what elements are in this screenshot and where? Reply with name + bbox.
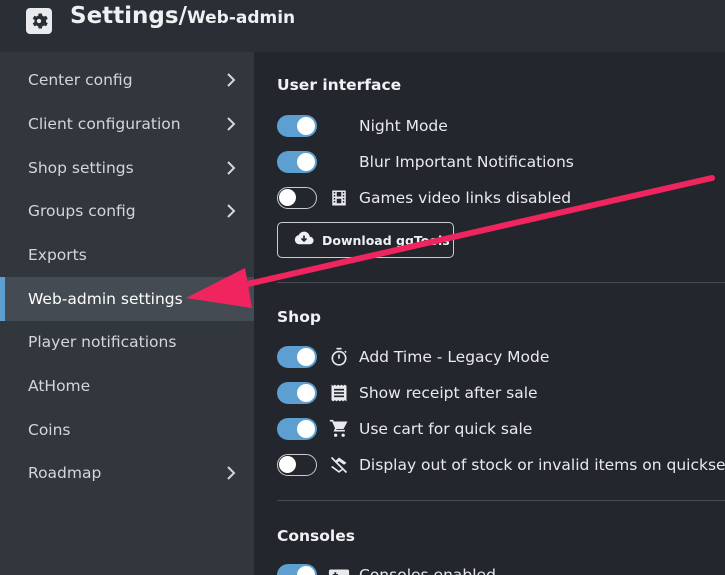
section-divider	[277, 282, 725, 283]
show-receipt-toggle[interactable]	[277, 382, 317, 404]
layers-off-icon	[328, 454, 350, 476]
gear-icon	[26, 8, 52, 34]
setting-row-display-out-of-stock: Display out of stock or invalid items on…	[277, 452, 725, 478]
stopwatch-icon	[328, 346, 350, 368]
cloud-download-icon	[294, 230, 314, 250]
section-title-user-interface: User interface	[277, 76, 402, 94]
sidebar-item-label: Groups config	[28, 202, 136, 220]
sidebar-item-label: Web-admin settings	[28, 290, 183, 308]
setting-row-add-time-legacy: Add Time - Legacy Mode	[277, 344, 549, 370]
sidebar-item-shop-settings[interactable]: Shop settings	[0, 146, 254, 190]
chevron-right-icon	[227, 117, 236, 131]
setting-row-consoles-enabled: Consoles enabled	[277, 562, 496, 575]
setting-label: Night Mode	[359, 117, 448, 135]
sidebar: Center config Client configuration Shop …	[0, 52, 254, 575]
setting-label: Display out of stock or invalid items on…	[359, 456, 725, 474]
setting-label: Add Time - Legacy Mode	[359, 348, 550, 366]
sidebar-item-label: Coins	[28, 421, 71, 439]
setting-label: Show receipt after sale	[359, 384, 538, 402]
page-title-sub: Web-admin	[186, 8, 296, 28]
sidebar-item-client-configuration[interactable]: Client configuration	[0, 102, 254, 146]
sidebar-item-label: Client configuration	[28, 115, 181, 133]
section-title-consoles: Consoles	[277, 527, 355, 545]
download-ggtools-button[interactable]: Download ggTools	[277, 222, 454, 258]
cart-icon	[328, 418, 350, 440]
night-mode-toggle[interactable]	[277, 115, 317, 137]
settings-panel: User interface Night Mode Blur Important…	[254, 52, 725, 575]
setting-label: Blur Important Notifications	[359, 153, 574, 171]
chevron-right-icon	[227, 204, 236, 218]
setting-row-show-receipt: Show receipt after sale	[277, 380, 538, 406]
sidebar-item-coins[interactable]: Coins	[0, 408, 254, 452]
setting-row-blur-notifications: Blur Important Notifications	[277, 149, 574, 175]
sidebar-item-label: Roadmap	[28, 464, 102, 482]
blur-notifications-toggle[interactable]	[277, 151, 317, 173]
consoles-enabled-toggle[interactable]	[277, 564, 317, 575]
sidebar-item-label: Shop settings	[28, 159, 134, 177]
setting-row-night-mode: Night Mode	[277, 113, 448, 139]
sidebar-item-web-admin-settings[interactable]: Web-admin settings	[0, 277, 254, 321]
film-icon	[328, 187, 350, 209]
setting-row-games-video-links: Games video links disabled	[277, 185, 571, 211]
download-ggtools-label: Download ggTools	[322, 232, 450, 248]
sidebar-item-player-notifications[interactable]: Player notifications	[0, 320, 254, 364]
add-time-legacy-toggle[interactable]	[277, 346, 317, 368]
sidebar-item-roadmap[interactable]: Roadmap	[0, 451, 254, 495]
use-cart-toggle[interactable]	[277, 418, 317, 440]
setting-label: Consoles enabled	[359, 566, 496, 575]
page-title: Settings/Web-admin	[70, 3, 295, 29]
display-out-of-stock-toggle[interactable]	[277, 454, 317, 476]
page-title-main: Settings/	[70, 3, 187, 29]
receipt-icon	[328, 382, 350, 404]
sidebar-item-groups-config[interactable]: Groups config	[0, 189, 254, 233]
sidebar-item-label: Player notifications	[28, 333, 177, 351]
sidebar-item-label: Exports	[28, 246, 87, 264]
games-video-links-toggle[interactable]	[277, 187, 317, 209]
chevron-right-icon	[227, 161, 236, 175]
section-title-shop: Shop	[277, 308, 321, 326]
setting-label: Use cart for quick sale	[359, 420, 533, 438]
moon-icon	[328, 151, 350, 173]
sidebar-item-athome[interactable]: AtHome	[0, 364, 254, 408]
sidebar-item-center-config[interactable]: Center config	[0, 58, 254, 102]
app-header: Settings/Web-admin	[0, 0, 725, 52]
sidebar-item-exports[interactable]: Exports	[0, 233, 254, 277]
moon-icon	[328, 115, 350, 137]
sidebar-item-label: AtHome	[28, 377, 91, 395]
gamepad-icon	[328, 564, 350, 575]
section-divider	[277, 500, 725, 501]
chevron-right-icon	[227, 466, 236, 480]
chevron-right-icon	[227, 73, 236, 87]
setting-row-use-cart: Use cart for quick sale	[277, 416, 532, 442]
setting-label: Games video links disabled	[359, 189, 572, 207]
sidebar-item-label: Center config	[28, 71, 133, 89]
